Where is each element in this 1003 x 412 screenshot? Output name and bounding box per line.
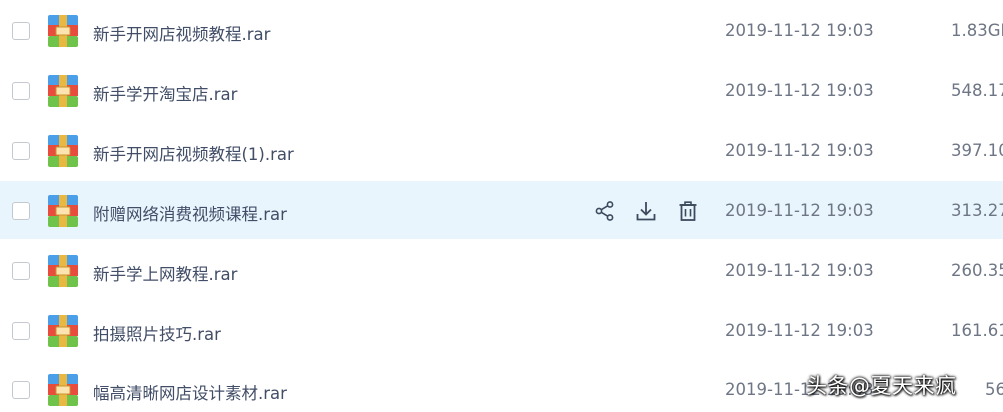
modified-date: 2019-11-12 19:03 xyxy=(725,21,874,40)
file-size: 260.35 xyxy=(951,261,1003,280)
file-name[interactable]: 新手开网店视频教程.rar xyxy=(93,21,270,45)
watermark: 头条@夏天来疯 xyxy=(806,374,957,398)
modified-date: 2019-11-12 19:03 xyxy=(725,321,874,340)
archive-rar-icon xyxy=(48,315,78,347)
archive-rar-icon xyxy=(48,255,78,287)
file-size: 397.10 xyxy=(951,141,1003,160)
file-name[interactable]: 新手开网店视频教程(1).rar xyxy=(93,141,294,165)
row-checkbox[interactable] xyxy=(12,202,30,220)
modified-date: 2019-11-12 19:03 xyxy=(725,201,874,220)
file-name[interactable]: 新手学开淘宝店.rar xyxy=(93,81,237,105)
archive-rar-icon xyxy=(48,75,78,107)
modified-date: 2019-11-12 19:03 xyxy=(725,81,874,100)
file-row[interactable]: 新手学上网教程.rar 2019-11-12 19:03 260.35 xyxy=(0,241,1003,299)
row-checkbox[interactable] xyxy=(12,82,30,100)
modified-date: 2019-11-12 19:03 xyxy=(725,141,874,160)
file-name[interactable]: 新手学上网教程.rar xyxy=(93,261,237,285)
row-checkbox[interactable] xyxy=(12,142,30,160)
file-size: 56 xyxy=(985,380,1003,399)
modified-date: 2019-11-12 19:03 xyxy=(725,261,874,280)
archive-rar-icon xyxy=(48,195,78,227)
file-name[interactable]: 拍摄照片技巧.rar xyxy=(93,321,221,345)
file-size: 313.27 xyxy=(951,201,1003,220)
file-name[interactable]: 附赠网络消费视频课程.rar xyxy=(93,201,287,225)
row-checkbox[interactable] xyxy=(12,22,30,40)
download-icon[interactable] xyxy=(634,199,658,223)
file-size: 1.83GB xyxy=(951,21,1003,40)
row-checkbox[interactable] xyxy=(12,322,30,340)
archive-rar-icon xyxy=(48,374,78,406)
file-row[interactable]: 新手学开淘宝店.rar 2019-11-12 19:03 548.17 xyxy=(0,61,1003,119)
archive-rar-icon xyxy=(48,135,78,167)
file-row[interactable]: 新手开网店视频教程(1).rar 2019-11-12 19:03 397.10 xyxy=(0,121,1003,179)
row-checkbox[interactable] xyxy=(12,381,30,399)
share-icon[interactable] xyxy=(593,199,617,223)
file-name[interactable]: 幅高清晰网店设计素材.rar xyxy=(93,380,287,404)
file-row[interactable]: 拍摄照片技巧.rar 2019-11-12 19:03 161.61 xyxy=(0,301,1003,359)
file-size: 161.61 xyxy=(951,321,1003,340)
file-list: 新手开网店视频教程.rar 2019-11-12 19:03 1.83GB 新手… xyxy=(0,0,1003,412)
row-checkbox[interactable] xyxy=(12,262,30,280)
file-row-hovered[interactable]: 附赠网络消费视频课程.rar 2019-11-12 19:03 313.27 xyxy=(0,181,1003,239)
delete-icon[interactable] xyxy=(676,199,700,223)
file-row[interactable]: 新手开网店视频教程.rar 2019-11-12 19:03 1.83GB xyxy=(0,1,1003,59)
archive-rar-icon xyxy=(48,15,78,47)
file-size: 548.17 xyxy=(951,81,1003,100)
